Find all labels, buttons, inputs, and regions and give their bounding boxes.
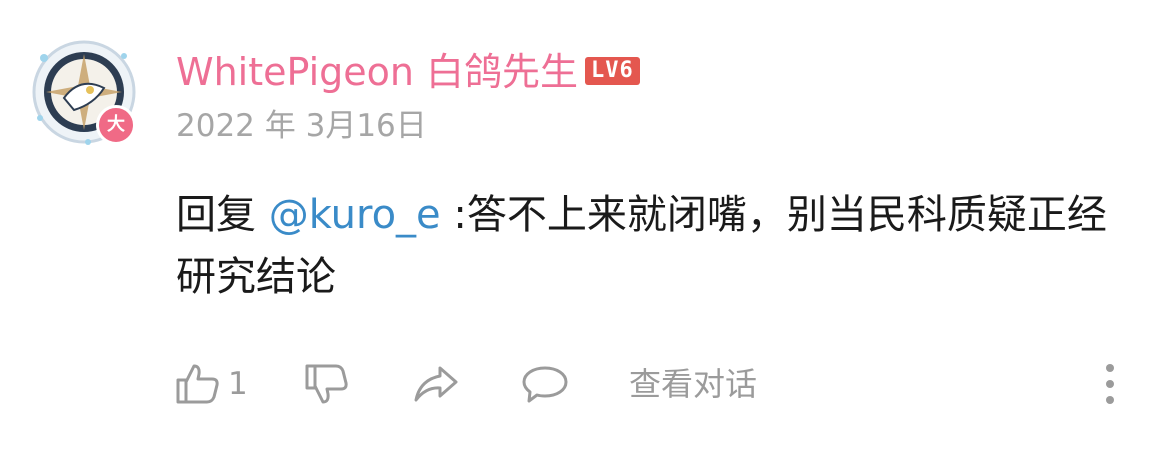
mention-link[interactable]: @kuro_e — [269, 192, 441, 238]
level-badge: LV6 — [585, 57, 640, 85]
avatar-badge: 大 — [96, 105, 136, 145]
action-bar: 1 查看对话 — [0, 350, 1170, 420]
view-thread-link[interactable]: 查看对话 — [629, 364, 757, 404]
more-button[interactable] — [1096, 360, 1124, 408]
like-count: 1 — [228, 366, 248, 402]
username[interactable]: WhitePigeon 白鸽先生 — [176, 48, 578, 96]
thumbs-up-icon — [176, 364, 219, 404]
speech-bubble-icon — [522, 366, 568, 403]
reply-button[interactable] — [521, 360, 569, 408]
share-button[interactable] — [412, 360, 460, 408]
more-vertical-icon — [1106, 364, 1114, 404]
comment-text: 回复 @kuro_e :答不上来就闭嘴，别当民科质疑正经研究结论 — [176, 184, 1116, 308]
thumbs-down-icon — [305, 364, 348, 404]
comment-card: 大 WhitePigeon 白鸽先生 LV6 2022 年 3月16日 回复 @… — [0, 0, 1170, 449]
dislike-button[interactable] — [303, 360, 351, 408]
reply-prefix: 回复 — [176, 192, 256, 238]
like-button[interactable]: 1 — [174, 360, 248, 408]
share-arrow-icon — [414, 366, 458, 402]
timestamp: 2022 年 3月16日 — [176, 108, 427, 144]
